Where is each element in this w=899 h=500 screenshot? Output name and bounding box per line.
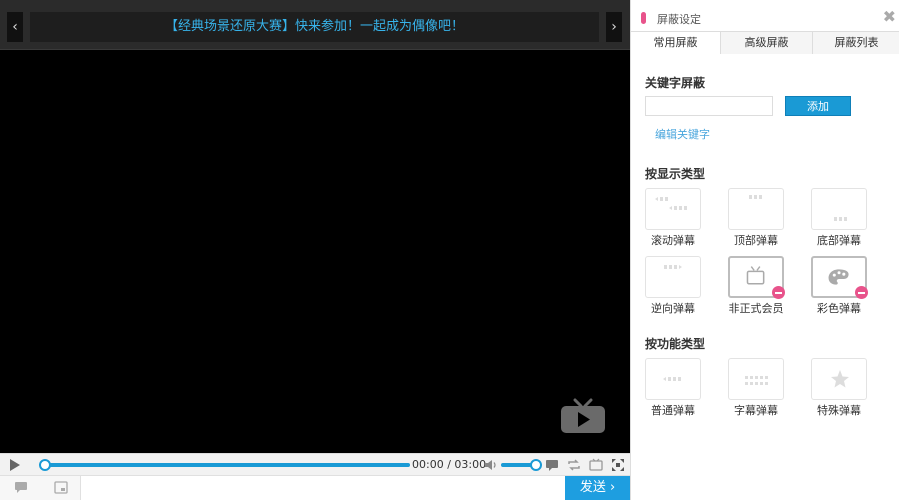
panel-title: 屏蔽设定 <box>657 13 701 26</box>
normal-danmaku-label: 普通弹幕 <box>651 404 695 417</box>
bottom-danmaku-icon <box>834 217 847 221</box>
blocked-badge <box>772 286 785 299</box>
normal-danmaku-icon <box>663 377 681 381</box>
block-settings-panel: 屏蔽设定 ✖ 常用屏蔽 高级屏蔽 屏蔽列表 关键字屏蔽 添加 编辑关键字 按显示… <box>630 0 899 500</box>
reverse-danmaku-icon <box>664 265 682 269</box>
time-separator: / <box>447 458 451 471</box>
video-area[interactable] <box>0 50 630 453</box>
subtitle-danmaku-label: 字幕弹幕 <box>734 404 778 417</box>
blocked-badge <box>855 286 868 299</box>
send-button[interactable]: 发送 › <box>565 476 630 500</box>
special-danmaku-label: 特殊弹幕 <box>817 404 861 417</box>
prev-announcement-button[interactable]: ‹ <box>7 12 23 42</box>
danmaku-toggle-icon[interactable] <box>545 458 559 472</box>
non-member-label: 非正式会员 <box>728 302 784 315</box>
announcement-bar: ‹ 【经典场景还原大赛】快来参加！一起成为偶像吧！ › <box>0 0 630 50</box>
keyword-input[interactable] <box>645 96 773 116</box>
current-time: 00:00 <box>412 458 444 471</box>
total-time: 03:00 <box>454 458 487 471</box>
scroll-danmaku-label: 滚动弹幕 <box>651 234 695 247</box>
scroll-danmaku-tile[interactable] <box>645 188 701 230</box>
non-member-tile[interactable] <box>728 256 785 299</box>
play-icon[interactable] <box>9 459 21 471</box>
function-type-heading: 按功能类型 <box>645 337 706 351</box>
normal-danmaku-tile[interactable] <box>645 358 701 400</box>
video-player: ‹ 【经典场景还原大赛】快来参加！一起成为偶像吧！ › 00:00 / 03:0… <box>0 0 630 500</box>
panel-tabs: 常用屏蔽 高级屏蔽 屏蔽列表 <box>631 31 899 54</box>
tv-logo-icon <box>561 398 605 433</box>
reverse-danmaku-label: 逆向弹幕 <box>651 302 695 315</box>
tab-advanced-block[interactable]: 高级屏蔽 <box>721 32 813 54</box>
danmaku-style-icon[interactable] <box>14 481 28 494</box>
close-icon[interactable]: ✖ <box>883 7 896 27</box>
time-display: 00:00 / 03:00 <box>412 458 486 471</box>
fullscreen-icon[interactable] <box>611 458 625 472</box>
tab-common-block[interactable]: 常用屏蔽 <box>631 32 721 54</box>
next-announcement-button[interactable]: › <box>606 12 622 42</box>
top-danmaku-icon <box>749 195 762 199</box>
announcement-text[interactable]: 【经典场景还原大赛】快来参加！一起成为偶像吧！ <box>30 12 599 42</box>
tv-mode-icon[interactable] <box>589 458 603 472</box>
color-danmaku-label: 彩色弹幕 <box>817 302 861 315</box>
edit-keywords-link[interactable]: 编辑关键字 <box>655 126 710 142</box>
panel-mark <box>641 12 646 24</box>
progress-handle[interactable] <box>39 459 51 471</box>
bottom-danmaku-tile[interactable] <box>811 188 867 230</box>
control-bar: 00:00 / 03:00 <box>0 453 630 475</box>
keyword-heading: 关键字屏蔽 <box>645 76 706 90</box>
progress-fill <box>46 463 410 467</box>
volume-handle[interactable] <box>530 459 542 471</box>
reverse-danmaku-tile[interactable] <box>645 256 701 298</box>
danmaku-settings-icon[interactable] <box>54 481 68 494</box>
color-danmaku-tile[interactable] <box>811 256 868 299</box>
panel-header: 屏蔽设定 ✖ <box>631 6 899 30</box>
top-danmaku-label: 顶部弹幕 <box>734 234 778 247</box>
danmaku-input[interactable] <box>80 476 565 500</box>
progress-bar[interactable] <box>38 459 410 471</box>
danmaku-input-bar: 发送 › <box>0 475 630 500</box>
loop-icon[interactable] <box>567 458 581 472</box>
app-window: ‹ 【经典场景还原大赛】快来参加！一起成为偶像吧！ › 00:00 / 03:0… <box>0 0 899 500</box>
volume-icon[interactable] <box>485 459 497 471</box>
top-danmaku-tile[interactable] <box>728 188 784 230</box>
scroll-danmaku-icon <box>655 197 687 210</box>
star-icon <box>831 370 849 388</box>
subtitle-danmaku-tile[interactable] <box>728 358 784 400</box>
tab-block-list[interactable]: 屏蔽列表 <box>813 32 899 54</box>
special-danmaku-tile[interactable] <box>811 358 867 400</box>
bottom-danmaku-label: 底部弹幕 <box>817 234 861 247</box>
subtitle-danmaku-icon <box>745 376 768 385</box>
display-type-heading: 按显示类型 <box>645 167 706 181</box>
add-keyword-button[interactable]: 添加 <box>785 96 851 116</box>
